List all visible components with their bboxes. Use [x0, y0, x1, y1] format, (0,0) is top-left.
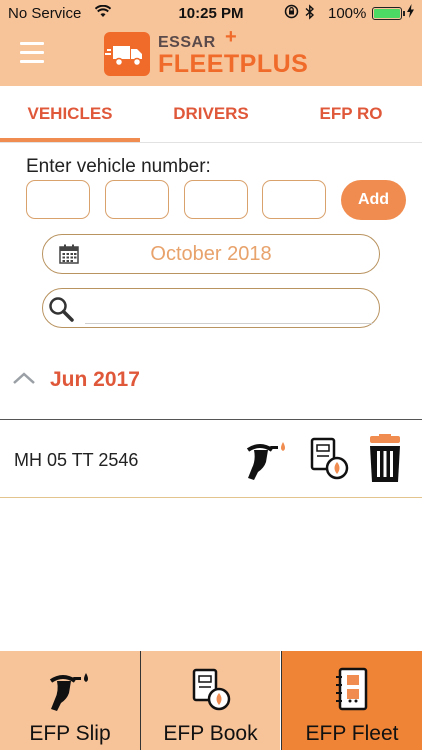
bottom-navigation: EFP Slip EFP Book EFP Fleet: [0, 651, 422, 750]
nav-label: EFP Fleet: [305, 722, 399, 745]
vehicle-number-part-3[interactable]: [184, 180, 248, 219]
search-icon[interactable]: [47, 295, 75, 323]
brand-plus: +: [225, 26, 237, 48]
nav-efp-slip[interactable]: EFP Slip: [0, 651, 140, 750]
app-header: No Service 10:25 PM 100% ESSAR + FLEETPL…: [0, 0, 422, 86]
delete-trash-icon[interactable]: [366, 434, 404, 489]
search-input[interactable]: [85, 295, 373, 324]
vehicle-list-item[interactable]: MH 05 TT 2546: [0, 419, 422, 498]
truck-logo-icon: [104, 32, 150, 76]
book-icon: [192, 668, 230, 711]
fuel-nozzle-icon: [49, 673, 88, 711]
rotation-lock-icon: [284, 4, 299, 22]
month-picker[interactable]: October 2018: [42, 234, 380, 274]
status-bar: No Service 10:25 PM 100%: [0, 0, 422, 28]
vehicle-number-part-4[interactable]: [262, 180, 326, 219]
vehicle-number-label: Enter vehicle number:: [26, 156, 211, 177]
tab-efp-ro[interactable]: EFP RO: [281, 86, 421, 142]
add-vehicle-button[interactable]: Add: [341, 180, 406, 220]
hamburger-menu-icon[interactable]: [20, 42, 44, 64]
month-group-header[interactable]: Jun 2017: [0, 360, 422, 400]
fleet-book-icon: [336, 667, 368, 711]
bluetooth-icon: [305, 4, 315, 23]
vehicle-number-part-2[interactable]: [105, 180, 169, 219]
month-group-title: Jun 2017: [50, 368, 140, 391]
battery-icon: [372, 7, 405, 20]
nav-efp-book[interactable]: EFP Book: [140, 651, 280, 750]
vehicle-number-part-1[interactable]: [26, 180, 90, 219]
tab-vehicles[interactable]: VEHICLES: [0, 86, 140, 142]
charging-icon: [407, 4, 414, 21]
book-icon[interactable]: [308, 436, 350, 489]
nav-label: EFP Book: [163, 722, 258, 745]
nav-label: EFP Slip: [29, 722, 111, 745]
nav-efp-fleet[interactable]: EFP Fleet: [281, 651, 422, 750]
selected-month: October 2018: [150, 243, 272, 265]
top-tabs: VEHICLES DRIVERS EFP RO: [0, 86, 422, 143]
tab-drivers[interactable]: DRIVERS: [141, 86, 281, 142]
fuel-slip-icon[interactable]: [244, 436, 290, 489]
chevron-up-icon[interactable]: [12, 370, 36, 386]
brand-name-bottom: FLEETPLUS: [158, 50, 309, 78]
battery-percent: 100%: [328, 5, 367, 22]
brand-logo: ESSAR + FLEETPLUS: [104, 26, 324, 80]
search-bar: [42, 288, 380, 328]
vehicle-number: MH 05 TT 2546: [14, 450, 139, 470]
